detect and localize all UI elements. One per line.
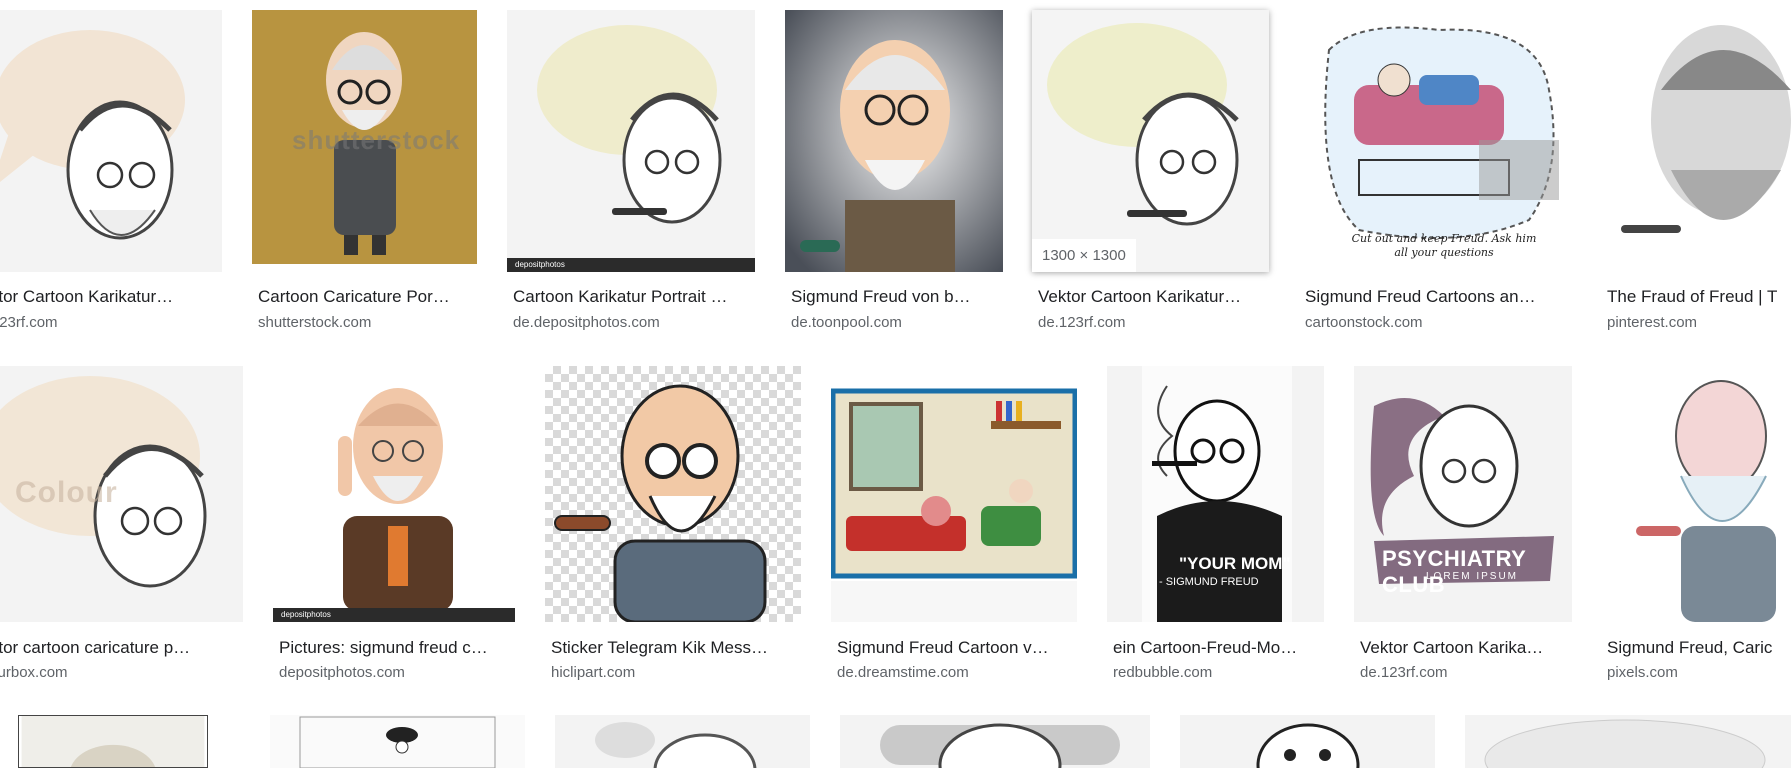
poster-attribution: - SIGMUND FREUD (1159, 576, 1259, 588)
result-thumbnail[interactable] (1601, 10, 1791, 272)
result-caption[interactable]: Pictures: sigmund freud c… (279, 638, 515, 658)
result-caption[interactable]: Sigmund Freud von b… (791, 287, 1001, 307)
freud-caricature-image (507, 10, 755, 272)
stock-badge: depositphotos (273, 608, 515, 622)
result-source[interactable]: de.depositphotos.com (513, 314, 753, 331)
freud-caricature-image (273, 366, 515, 622)
result-source[interactable]: hiclipart.com (551, 664, 801, 681)
result-caption[interactable]: Sigmund Freud, Caric (1607, 638, 1791, 658)
result-source[interactable]: de.dreamstime.com (837, 664, 1077, 681)
result-thumbnail[interactable] (1465, 715, 1791, 768)
image-dimensions: 1300 × 1300 (1032, 239, 1136, 272)
result-caption[interactable]: Vektor Cartoon Karika… (1360, 638, 1570, 658)
result-thumbnail[interactable]: 1300 × 1300 (1032, 10, 1269, 272)
poster-quote: "YOUR MOM" (1179, 554, 1291, 573)
freud-caricature-image (21, 716, 205, 767)
result-caption[interactable]: Vektor Cartoon Karikatur… (0, 287, 222, 307)
result-source[interactable]: depositphotos.com (279, 664, 515, 681)
result-source[interactable]: shutterstock.com (258, 314, 476, 331)
cartoon-handwritten-note: Cut out and keep Freud. Ask him all your… (1351, 232, 1537, 259)
result-source[interactable]: de.123rf.com (0, 314, 222, 331)
result-thumbnail[interactable] (840, 715, 1150, 768)
watermark-text: shutterstock (292, 125, 461, 155)
result-thumbnail[interactable] (270, 715, 525, 768)
image-results-grid: Vektor Cartoon Karikatur… de.123rf.com s… (0, 0, 1791, 768)
result-thumbnail[interactable] (1180, 715, 1435, 768)
result-thumbnail[interactable]: depositphotos (507, 10, 755, 272)
freud-caricature-image (840, 715, 1150, 768)
freud-caricature-image (1601, 366, 1791, 622)
result-caption[interactable]: Sigmund Freud Cartoons an… (1305, 287, 1569, 307)
poster-subtitle: LOREM IPSUM (1426, 571, 1519, 582)
result-thumbnail[interactable] (831, 366, 1077, 622)
result-thumbnail[interactable] (18, 715, 208, 768)
result-source[interactable]: cartoonstock.com (1305, 314, 1569, 331)
result-source[interactable]: redbubble.com (1113, 664, 1323, 681)
watermark-text: Colour (15, 476, 118, 509)
result-source[interactable]: de.toonpool.com (791, 314, 1001, 331)
result-thumbnail[interactable] (1601, 366, 1791, 622)
result-thumbnail[interactable] (785, 10, 1003, 272)
result-thumbnail[interactable]: PSYCHIATRY CLUB LOREM IPSUM (1354, 366, 1572, 622)
result-source[interactable]: de.123rf.com (1038, 314, 1268, 331)
result-caption[interactable]: Sigmund Freud Cartoon v… (837, 638, 1077, 658)
result-thumbnail[interactable]: depositphotos (273, 366, 515, 622)
freud-caricature-image (831, 366, 1077, 622)
freud-caricature-image (785, 10, 1003, 272)
result-thumbnail[interactable]: "YOUR MOM" - SIGMUND FREUD (1107, 366, 1324, 622)
result-caption[interactable]: Cartoon Caricature Por… (258, 287, 476, 307)
freud-caricature-image (1032, 10, 1269, 272)
freud-caricature-image (555, 715, 810, 768)
freud-caricature-image (1465, 715, 1791, 768)
freud-caricature-image (270, 715, 525, 768)
stock-badge: depositphotos (507, 258, 755, 272)
result-caption[interactable]: Vector cartoon caricature p… (0, 638, 240, 658)
result-thumbnail[interactable] (545, 366, 801, 622)
result-caption[interactable]: Sticker Telegram Kik Mess… (551, 638, 801, 658)
freud-caricature-image (554, 384, 767, 622)
result-thumbnail[interactable]: Colour (0, 366, 243, 622)
result-source[interactable]: de.123rf.com (1360, 664, 1570, 681)
freud-caricature-image (0, 30, 185, 240)
result-caption[interactable]: Cartoon Karikatur Portrait … (513, 287, 753, 307)
results-row-3 (0, 715, 1791, 768)
result-thumbnail[interactable] (555, 715, 810, 768)
results-row-2: Colour Vector cartoon caricature p… colo… (0, 350, 1791, 690)
result-source[interactable]: pixels.com (1607, 664, 1791, 681)
result-thumbnail[interactable] (0, 10, 222, 272)
result-source[interactable]: pinterest.com (1607, 314, 1791, 331)
result-thumbnail[interactable]: shutterstock (252, 10, 477, 264)
freud-caricature-image (1601, 10, 1791, 272)
results-row-1: Vektor Cartoon Karikatur… de.123rf.com s… (0, 0, 1791, 340)
result-thumbnail[interactable]: Cut out and keep Freud. Ask him all your… (1299, 10, 1571, 272)
result-caption[interactable]: The Fraud of Freud | T (1607, 287, 1791, 307)
result-source[interactable]: colourbox.com (0, 664, 240, 681)
result-caption[interactable]: ein Cartoon-Freud-Mo… (1113, 638, 1323, 658)
freud-caricature-image (1180, 715, 1435, 768)
result-caption[interactable]: Vektor Cartoon Karikatur… (1038, 287, 1268, 307)
